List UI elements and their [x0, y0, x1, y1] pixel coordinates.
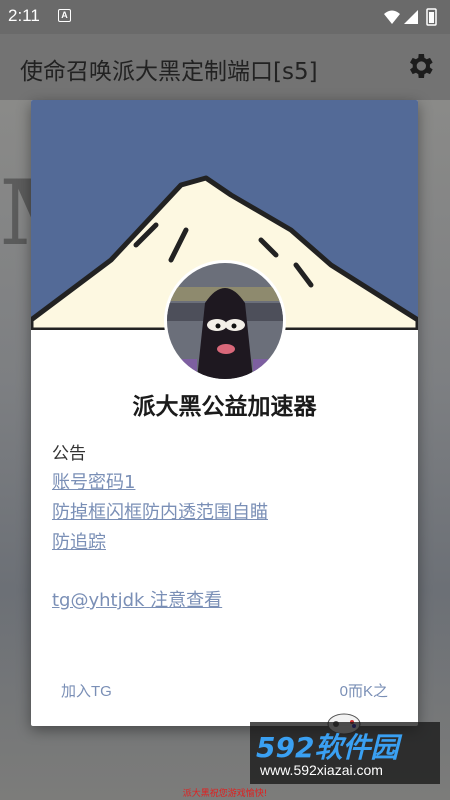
- dialog-title: 派大黑公益加速器: [132, 394, 317, 420]
- avatar: [164, 260, 286, 382]
- notice-gap: [52, 558, 402, 586]
- announcement-dialog: 派大黑公益加速器 公告 账号密码1 防掉框闪框防内透范围自瞄 防追踪 tg@yh…: [31, 100, 418, 726]
- wifi-icon: [384, 10, 400, 24]
- app-title: 使命召唤派大黑定制端口[s5]: [20, 59, 318, 85]
- notice-heading: 公告: [52, 444, 86, 464]
- ok-button[interactable]: 0而K之: [340, 680, 388, 701]
- status-bar: 2:11 A: [0, 0, 450, 34]
- notification-icon: A: [58, 9, 71, 22]
- join-tg-button[interactable]: 加入TG: [61, 680, 112, 701]
- footer-note: 派大黑祝您游戏愉快!: [182, 789, 268, 799]
- notice-line-account[interactable]: 账号密码1: [52, 468, 402, 498]
- status-icons: [384, 8, 437, 26]
- app-bar: 使命召唤派大黑定制端口[s5]: [0, 34, 450, 100]
- watermark-url: www.592xiazai.com: [260, 762, 383, 778]
- contact-link[interactable]: tg@yhtjdk 注意查看: [52, 586, 402, 616]
- gear-icon[interactable]: [404, 50, 436, 82]
- notice-line-features[interactable]: 防掉框闪框防内透范围自瞄: [52, 498, 402, 528]
- notice-block: 公告 账号密码1 防掉框闪框防内透范围自瞄 防追踪 tg@yhtjdk 注意查看: [52, 440, 402, 616]
- watermark-brand: 592软件园: [256, 731, 399, 764]
- signal-icon: [404, 10, 418, 24]
- avatar-image: [167, 263, 283, 379]
- site-watermark: 592软件园 www.592xiazai.com: [250, 722, 440, 784]
- status-time: 2:11: [8, 6, 40, 25]
- notice-line-anti-track[interactable]: 防追踪: [52, 528, 402, 558]
